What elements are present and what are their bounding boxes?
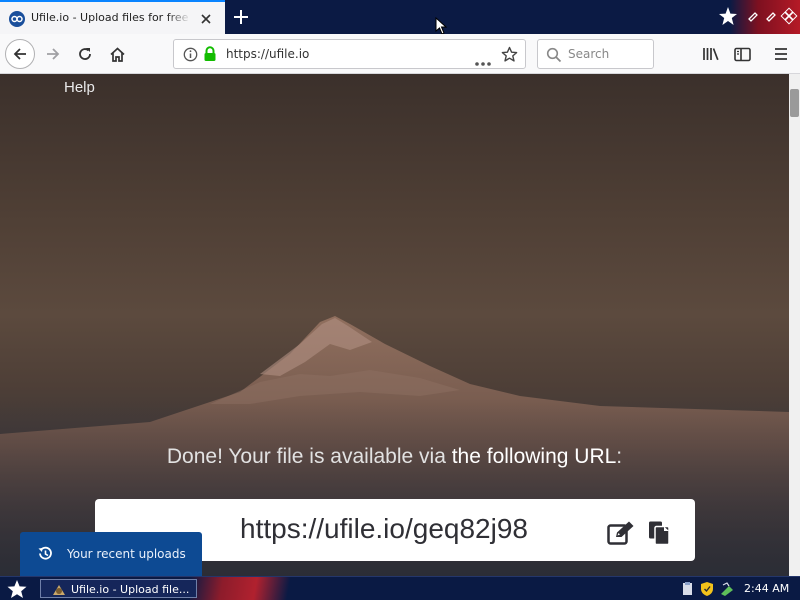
reload-button[interactable]: [70, 39, 100, 69]
taskbar-firefox-window[interactable]: Ufile.io - Upload file...: [40, 579, 197, 598]
library-icon: [703, 48, 719, 61]
minimize-window-icon: [748, 12, 758, 22]
success-suffix: :: [616, 445, 623, 468]
back-arrow-icon: [13, 48, 26, 60]
page-actions-icon[interactable]: [474, 52, 492, 71]
close-window-icon: [780, 7, 798, 25]
sidebar-button[interactable]: [727, 39, 757, 69]
success-emphasis: the following URL: [451, 445, 617, 468]
ufile-favicon-icon: [9, 11, 25, 27]
security-shield-tray-icon: [701, 582, 713, 596]
clipboard-tray-icon: [683, 582, 692, 595]
forward-arrow-icon: [47, 48, 60, 60]
network-tray-icon: [721, 582, 733, 596]
clock: 2:44 AM: [744, 582, 790, 595]
menu-button[interactable]: [766, 39, 796, 69]
success-prefix: Done! Your file is available via: [166, 445, 452, 468]
url-bar[interactable]: https://ufile.io: [173, 39, 526, 69]
window-star-icon: [719, 7, 737, 25]
secure-lock-icon[interactable]: [203, 46, 217, 66]
bookmark-star-icon[interactable]: [501, 46, 518, 67]
forward-button[interactable]: [38, 39, 68, 69]
window-controls: [718, 6, 798, 26]
recent-uploads-button[interactable]: Your recent uploads: [20, 532, 202, 576]
tab-ufile[interactable]: Ufile.io - Upload files for free & share…: [0, 0, 225, 34]
start-menu-star-icon[interactable]: [6, 579, 28, 600]
tab-strip: Ufile.io - Upload files for free & share…: [0, 0, 800, 35]
tab-title: Ufile.io - Upload files for free & share…: [31, 11, 191, 27]
upload-success-message: Done! Your file is available via the fol…: [0, 445, 789, 469]
navigation-toolbar: https://ufile.io Search: [0, 34, 800, 74]
history-icon: [38, 546, 53, 565]
scrollbar-thumb[interactable]: [790, 89, 799, 117]
search-bar[interactable]: Search: [537, 39, 654, 69]
file-url[interactable]: https://ufile.io/geq82j98: [240, 513, 528, 545]
site-info-icon[interactable]: [183, 47, 198, 66]
search-placeholder: Search: [568, 47, 610, 61]
back-button[interactable]: [5, 39, 35, 69]
edit-icon[interactable]: [607, 521, 635, 549]
search-icon: [546, 47, 562, 67]
library-button[interactable]: [696, 39, 726, 69]
page-scrollbar[interactable]: [789, 74, 800, 576]
copy-icon[interactable]: [648, 521, 670, 549]
app-window-icon: [51, 582, 67, 600]
system-tray: [681, 581, 736, 597]
new-tab-icon[interactable]: [230, 6, 252, 28]
taskbar-decoration: [190, 577, 320, 600]
maximize-window-icon: [766, 12, 776, 22]
hamburger-menu-icon: [775, 48, 787, 60]
help-link[interactable]: Help: [64, 79, 95, 96]
sidebar-icon: [733, 47, 751, 61]
home-button[interactable]: [102, 39, 132, 69]
task-label: Ufile.io - Upload file...: [71, 583, 190, 596]
recent-uploads-label: Your recent uploads: [67, 547, 186, 561]
os-taskbar: Ufile.io - Upload file... 2:44 AM: [0, 576, 800, 600]
reload-icon: [79, 48, 91, 60]
page-viewport: Help Done! Your file is available via th…: [0, 74, 789, 576]
home-icon: [109, 46, 125, 62]
tab-close-icon[interactable]: [198, 11, 214, 27]
url-text[interactable]: https://ufile.io: [226, 47, 309, 61]
